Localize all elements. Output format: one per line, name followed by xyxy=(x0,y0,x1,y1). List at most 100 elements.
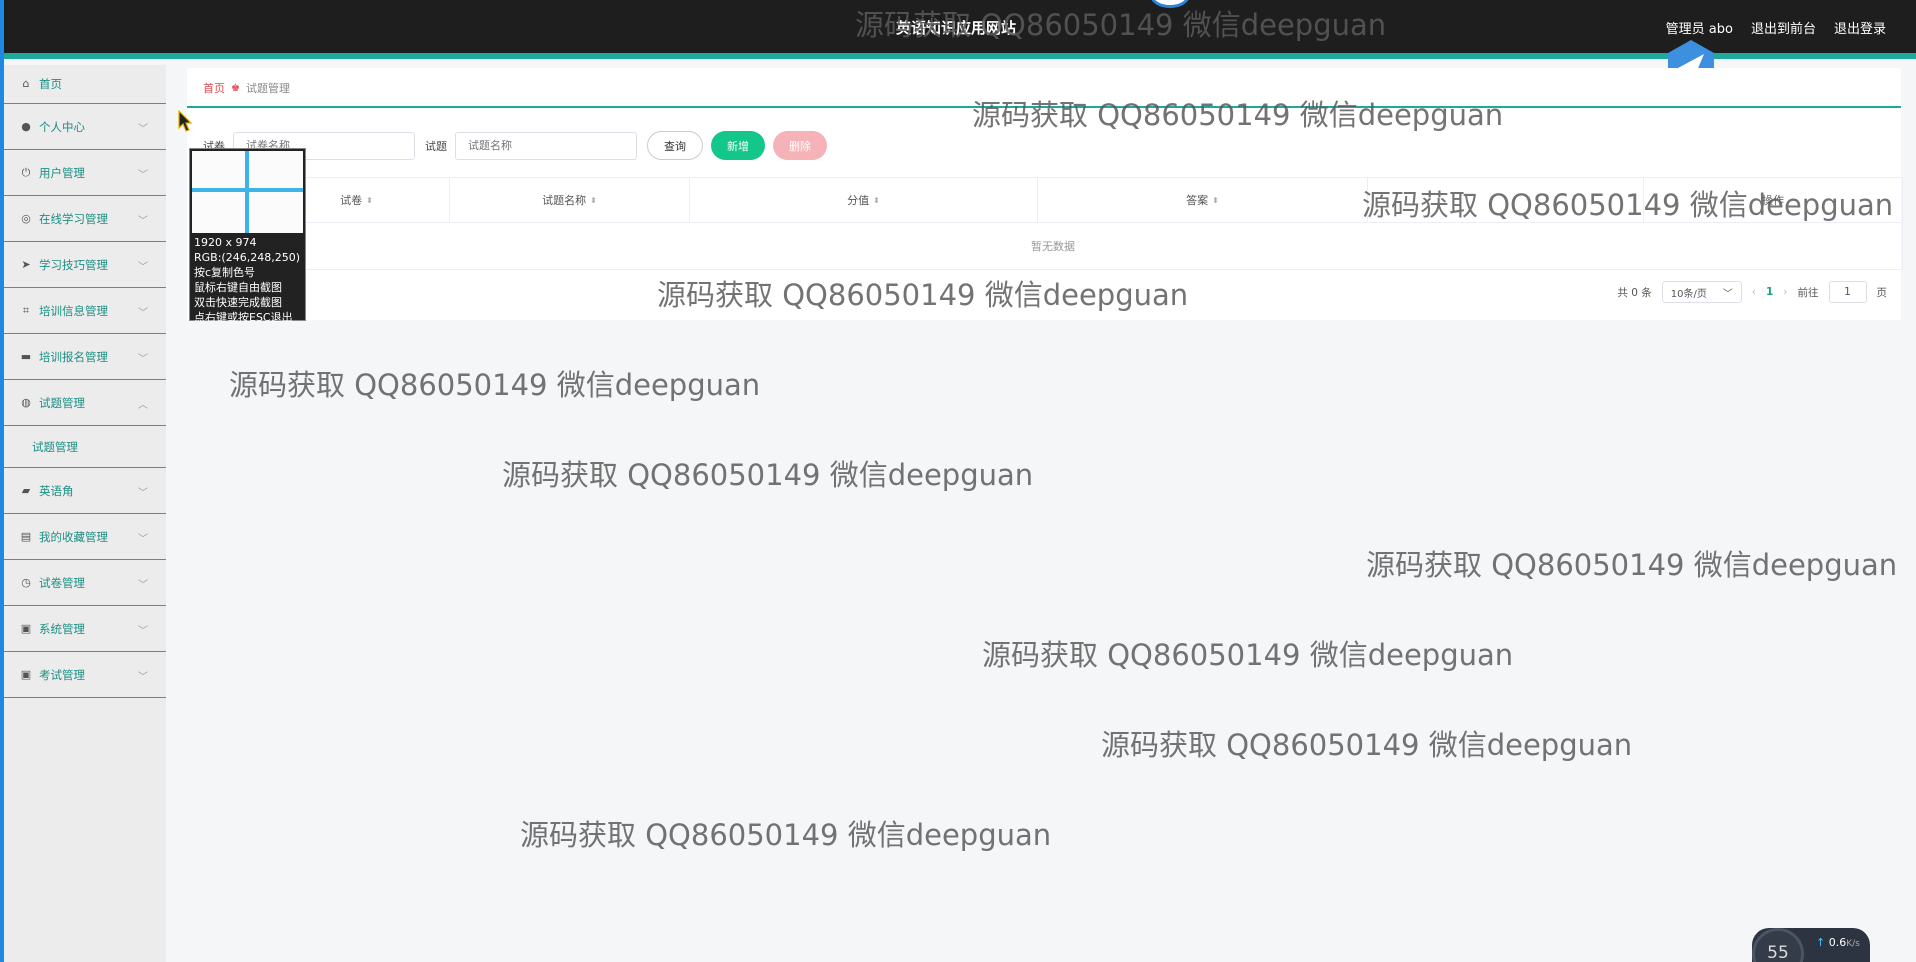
question-label: 试题 xyxy=(425,139,447,153)
sidebar-item-paper-management[interactable]: ◷ 试卷管理 ﹀ xyxy=(4,560,166,606)
clock-icon: ◷ xyxy=(21,575,31,589)
add-button[interactable]: 新增 xyxy=(711,131,765,160)
sidebar-item-training-signup[interactable]: ▬ 培训报名管理 ﹀ xyxy=(4,334,166,380)
next-page-icon[interactable]: › xyxy=(1783,286,1787,298)
sort-icon: ⬍ xyxy=(873,195,880,205)
sidebar-item-training-info[interactable]: ⌗ 培训信息管理 ﹀ xyxy=(4,288,166,334)
snip-hint: 双击快速完成截图 xyxy=(194,296,282,309)
breadcrumb-divider xyxy=(187,106,1901,108)
sidebar-item-label: 在线学习管理 xyxy=(39,211,108,226)
left-edge-line xyxy=(0,0,4,962)
column-header-label: 试题名称 xyxy=(542,194,587,207)
home-icon: ⌂ xyxy=(22,77,30,90)
sidebar-item-english-corner[interactable]: ▰ 英语角 ﹀ xyxy=(4,468,166,514)
empty-table-text: 暂无数据 xyxy=(1031,240,1075,253)
sidebar: ⌂ 首页 ● 个人中心 ﹀ ⏻ 用户管理 ﹀ ◎ 在线学习管理 ﹀ ➤ 学习技巧… xyxy=(4,65,166,962)
snip-dimensions: 1920 x 974 xyxy=(194,236,257,249)
briefcase-icon: ▰ xyxy=(21,483,31,497)
sidebar-subitem-question-management[interactable]: 试题管理 xyxy=(4,426,166,468)
chevron-down-icon: ﹀ xyxy=(138,534,148,545)
snip-hint: 按c复制色号 xyxy=(194,266,256,279)
chevron-down-icon: ﹀ xyxy=(138,308,148,319)
chevron-up-icon: ︿ xyxy=(138,400,148,411)
chevron-down-icon: ﹀ xyxy=(138,216,148,227)
sidebar-subitem-label: 试题管理 xyxy=(32,439,78,454)
query-button[interactable]: 查询 xyxy=(647,131,703,160)
snip-hint: 鼠标右键自由截图 xyxy=(194,281,282,294)
sidebar-item-label: 培训信息管理 xyxy=(39,303,108,318)
rate-unit: K/s xyxy=(1846,939,1860,949)
globe-icon: ◍ xyxy=(21,395,31,409)
snip-hint: 点右键或按ESC退出 xyxy=(194,311,293,324)
chevron-down-icon: ﹀ xyxy=(138,626,148,637)
chevron-down-icon: ﹀ xyxy=(138,488,148,499)
column-header-actions: 操作 xyxy=(1644,178,1902,222)
upload-arrow-icon: ↑ xyxy=(1816,936,1826,949)
delete-button[interactable]: 删除 xyxy=(773,131,827,160)
sort-icon: ⬍ xyxy=(1212,195,1219,205)
breadcrumb-separator-icon: ♚ xyxy=(231,82,240,94)
sidebar-item-exam-management[interactable]: ▣ 考试管理 ﹀ xyxy=(4,652,166,698)
compass-icon: ◎ xyxy=(21,211,31,225)
chevron-down-icon: ﹀ xyxy=(138,354,148,365)
sidebar-item-system-management[interactable]: ▣ 系统管理 ﹀ xyxy=(4,606,166,652)
total-count: 共 0 条 xyxy=(1617,286,1652,299)
chevron-down-icon: ﹀ xyxy=(138,580,148,591)
header-links: 管理员 abo 退出到前台 退出登录 xyxy=(1666,18,1886,37)
sidebar-item-label: 首页 xyxy=(39,77,62,91)
chevron-down-icon: ﹀ xyxy=(138,262,148,273)
current-page[interactable]: 1 xyxy=(1766,286,1773,298)
gauge-value: 55 xyxy=(1767,943,1789,962)
goto-label: 前往 xyxy=(1797,286,1819,299)
mouse-cursor-icon xyxy=(178,110,192,132)
sidebar-item-label: 我的收藏管理 xyxy=(39,529,108,544)
watermark: 源码获取 QQ86050149 微信deepguan xyxy=(520,818,1052,852)
page-size-select[interactable]: 10条/页 ﹀ xyxy=(1661,281,1742,303)
chat-icon: ▬ xyxy=(20,349,32,363)
breadcrumb: 首页 ♚ 试题管理 xyxy=(203,80,290,96)
site-title: 英语知识应用网站 xyxy=(896,19,1017,37)
breadcrumb-current: 试题管理 xyxy=(245,82,290,95)
book-icon: ▤ xyxy=(20,529,32,543)
sidebar-item-label: 试卷管理 xyxy=(39,575,85,590)
watermark: 源码获取 QQ86050149 微信deepguan xyxy=(982,638,1514,672)
sidebar-item-home[interactable]: ⌂ 首页 xyxy=(4,65,166,104)
watermark: 源码获取 QQ86050149 微信deepguan xyxy=(229,368,761,402)
clipboard-icon: ▣ xyxy=(20,621,32,635)
sidebar-item-label: 学习技巧管理 xyxy=(39,257,108,272)
chevron-down-icon: ﹀ xyxy=(138,672,148,683)
watermark: 源码获取 QQ86050149 微信deepguan xyxy=(502,458,1034,492)
pagination: 共 0 条 10条/页 ﹀ ‹ 1 › 前往 1 页 xyxy=(1617,281,1887,303)
crop-icon: ⌗ xyxy=(22,303,30,317)
send-icon: ➤ xyxy=(21,257,31,271)
admin-label: 管理员 abo xyxy=(1665,22,1733,37)
sidebar-item-label: 英语角 xyxy=(39,483,74,498)
breadcrumb-home[interactable]: 首页 xyxy=(203,80,225,96)
network-speed-widget[interactable]: 55 ↑ 0.6K/s xyxy=(1752,928,1870,962)
column-header-question-name[interactable]: 试题名称 ⬍ xyxy=(450,178,690,222)
column-header-score[interactable]: 分值 ⬍ xyxy=(690,178,1038,222)
sidebar-item-label: 用户管理 xyxy=(39,165,85,180)
sidebar-item-favorites[interactable]: ▤ 我的收藏管理 ﹀ xyxy=(4,514,166,560)
watermark: 源码获取 QQ86050149 微信deepguan xyxy=(1101,728,1633,762)
column-header-label: 分值 xyxy=(847,194,870,207)
sidebar-item-label: 培训报名管理 xyxy=(39,349,108,364)
column-header-label: 操作 xyxy=(1762,194,1784,207)
questions-table: 试卷 ⬍ 试题名称 ⬍ 分值 ⬍ 答案 ⬍ 操作 暂无数据 xyxy=(203,177,1903,270)
sidebar-item-online-learning[interactable]: ◎ 在线学习管理 ﹀ xyxy=(4,196,166,242)
sidebar-item-study-tips[interactable]: ➤ 学习技巧管理 ﹀ xyxy=(4,242,166,288)
sidebar-item-personal-center[interactable]: ● 个人中心 ﹀ xyxy=(4,104,166,150)
sidebar-item-user-management[interactable]: ⏻ 用户管理 ﹀ xyxy=(4,150,166,196)
column-header-label: 试卷 xyxy=(340,194,363,207)
column-header-answer[interactable]: 答案 ⬍ xyxy=(1038,178,1368,222)
question-name-input[interactable] xyxy=(455,131,637,160)
chevron-down-icon: ﹀ xyxy=(138,124,148,135)
prev-page-icon[interactable]: ‹ xyxy=(1752,286,1756,298)
sort-icon: ⬍ xyxy=(590,195,597,205)
back-to-front-link[interactable]: 退出到前台 xyxy=(1751,18,1816,37)
logout-link[interactable]: 退出登录 xyxy=(1834,18,1886,37)
goto-page-input[interactable]: 1 xyxy=(1828,281,1867,303)
main-panel: 首页 ♚ 试题管理 试卷 试题 查询 新增 删除 试卷⬍ 试题名称⬍ 分值⬍ 答… xyxy=(187,68,1903,320)
sidebar-item-question-management[interactable]: ◍ 试题管理 ︿ xyxy=(4,380,166,426)
sidebar-item-label: 试题管理 xyxy=(39,395,85,410)
